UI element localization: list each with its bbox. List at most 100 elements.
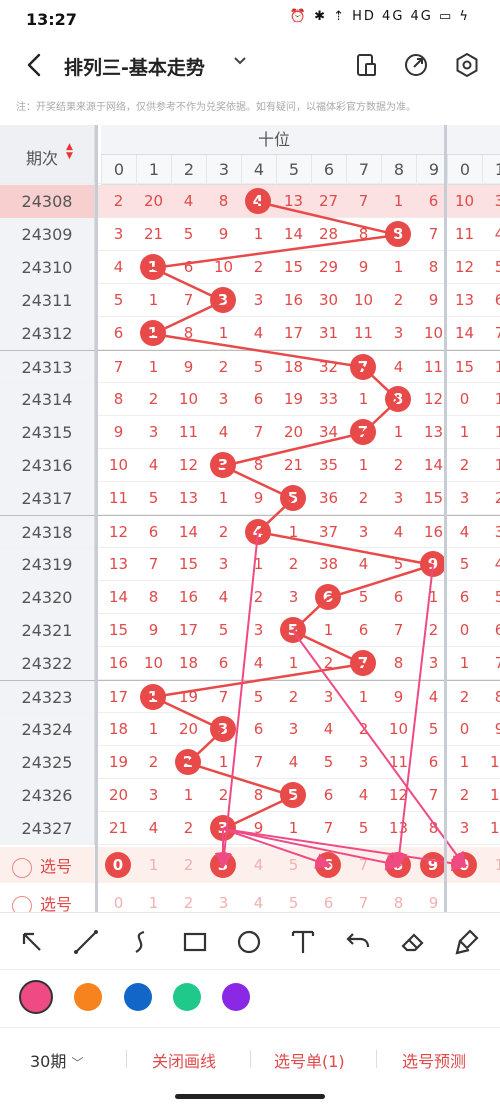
digit-header-row: 012345678901 xyxy=(101,155,500,185)
missing-count: 1 xyxy=(148,291,159,309)
select-number[interactable]: 1 xyxy=(482,847,500,883)
next-group-count: 3 xyxy=(494,192,500,210)
radio-icon[interactable] xyxy=(12,857,32,878)
digit-header-0: 0 xyxy=(101,155,136,185)
table-row[interactable]: 24323 17 1 19 7 5 2 3 1 9 4 2 8 xyxy=(0,680,500,714)
prediction-button[interactable]: 选号预测 xyxy=(402,1048,466,1072)
select-number[interactable]: 8 xyxy=(381,885,416,912)
device-icon[interactable] xyxy=(354,52,380,78)
selected-number-ball[interactable]: 0 xyxy=(105,852,131,878)
settings-icon[interactable] xyxy=(454,52,480,78)
table-row[interactable]: 24317 11 5 13 1 9 5 36 2 3 15 3 2 xyxy=(0,482,500,515)
table-row[interactable]: 24320 14 8 16 4 2 3 6 5 6 1 6 5 xyxy=(0,581,500,614)
curve-tool-icon[interactable] xyxy=(124,926,156,958)
next-group-count: 3 xyxy=(459,819,470,837)
color-swatch-green[interactable] xyxy=(173,983,201,1011)
table-row[interactable]: 24311 5 1 7 3 3 16 30 10 2 9 13 6 xyxy=(0,284,500,317)
missing-count: 2 xyxy=(218,523,229,541)
table-row[interactable]: 24313 7 1 9 2 5 18 32 7 4 11 15 1 xyxy=(0,350,500,384)
select-number[interactable]: 4 xyxy=(241,847,276,883)
eraser-tool-icon[interactable] xyxy=(397,926,429,958)
select-number[interactable]: 4 xyxy=(241,885,276,912)
arrow-tool-icon[interactable] xyxy=(16,926,48,958)
next-group-count: 12 xyxy=(454,258,475,276)
next-group-count: 2 xyxy=(494,489,500,507)
table-row[interactable]: 24326203128564127211 xyxy=(0,779,500,812)
page-title[interactable]: 排列三-基本走势 xyxy=(64,53,205,80)
select-number[interactable]: 1 xyxy=(136,847,171,883)
missing-count: 8 xyxy=(253,456,264,474)
missing-count: 2 xyxy=(253,258,264,276)
select-number[interactable]: 5 xyxy=(276,885,311,912)
select-number[interactable]: 7 xyxy=(346,885,381,912)
table-row[interactable]: 24327214239175138312 xyxy=(0,812,500,845)
table-row[interactable]: 24319 13 7 15 3 1 2 38 4 5 9 5 4 xyxy=(0,548,500,581)
missing-count: 17 xyxy=(178,621,199,639)
table-row[interactable]: 24322 16 10 18 6 4 1 2 7 8 3 1 7 xyxy=(0,647,500,680)
table-row[interactable]: 24314 8 2 10 3 6 19 33 1 8 12 0 1 xyxy=(0,383,500,416)
missing-count: 7 xyxy=(148,555,159,573)
rectangle-tool-icon[interactable] xyxy=(179,926,211,958)
issue-number: 24324 xyxy=(0,713,95,746)
missing-count: 3 xyxy=(148,423,159,441)
selection-list-button[interactable]: 选号单(1) xyxy=(274,1048,345,1072)
sort-icon[interactable]: ▲ ▼ xyxy=(66,143,73,161)
next-group-count: 1 xyxy=(494,423,500,441)
close-drawing-button[interactable]: 关闭画线 xyxy=(152,1048,216,1072)
select-number[interactable]: 2 xyxy=(171,885,206,912)
period-selector[interactable]: 30期 ﹀ xyxy=(30,1048,83,1072)
selected-number-ball[interactable]: 9 xyxy=(420,852,446,878)
missing-count: 18 xyxy=(178,654,199,672)
missing-count: 5 xyxy=(358,819,369,837)
selected-number-ball[interactable]: 3 xyxy=(210,852,236,878)
select-number[interactable]: 3 xyxy=(206,885,241,912)
color-swatch-blue[interactable] xyxy=(124,983,152,1011)
circle-tool-icon[interactable] xyxy=(233,926,265,958)
select-label[interactable]: 选号 xyxy=(12,891,72,912)
missing-count: 10 xyxy=(353,291,374,309)
color-swatch-pink[interactable] xyxy=(19,980,53,1014)
line-tool-icon[interactable] xyxy=(70,926,102,958)
next-group-count: 5 xyxy=(494,258,500,276)
table-row[interactable]: 24325192217453116110 xyxy=(0,746,500,779)
missing-count: 9 xyxy=(393,688,404,706)
undo-tool-icon[interactable] xyxy=(342,926,374,958)
table-row[interactable]: 24315 9 3 11 4 7 20 34 7 1 13 1 1 xyxy=(0,416,500,449)
radio-icon[interactable] xyxy=(12,895,32,912)
missing-count: 8 xyxy=(253,786,264,804)
text-tool-icon[interactable] xyxy=(287,926,319,958)
select-number[interactable]: 2 xyxy=(171,847,206,883)
next-group-count: 1 xyxy=(494,390,500,408)
hit-ball: 3 xyxy=(210,815,236,841)
table-row[interactable]: 24310 4 1 6 10 2 15 29 9 1 8 12 5 xyxy=(0,251,500,284)
select-number[interactable]: 6 xyxy=(311,885,346,912)
color-swatch-purple[interactable] xyxy=(222,983,250,1011)
selected-number-ball[interactable]: 0 xyxy=(451,852,477,878)
missing-count: 12 xyxy=(388,786,409,804)
back-icon[interactable] xyxy=(20,50,50,80)
table-row[interactable]: 24316 10 4 12 3 8 21 35 1 2 14 2 1 xyxy=(0,449,500,482)
digit-header-5: 5 xyxy=(276,155,311,185)
chevron-down-icon[interactable] xyxy=(232,52,248,72)
select-label[interactable]: 选号 xyxy=(12,853,72,878)
table-row[interactable]: 24312 6 1 8 1 4 17 31 11 3 10 14 7 xyxy=(0,317,500,350)
share-icon[interactable] xyxy=(403,52,429,78)
table-row[interactable]: 24309 3 21 5 9 1 14 28 8 8 7 11 4 xyxy=(0,218,500,251)
select-number[interactable]: 5 xyxy=(276,847,311,883)
missing-count: 1 xyxy=(288,654,299,672)
table-row[interactable]: 24308 2 20 4 8 4 13 27 7 1 6 10 3 xyxy=(0,185,500,218)
missing-count: 9 xyxy=(358,258,369,276)
drawing-toolbar xyxy=(0,912,500,969)
table-row[interactable]: 24324 18 1 20 3 6 3 4 2 10 5 0 9 xyxy=(0,713,500,746)
select-number[interactable]: 0 xyxy=(101,885,136,912)
table-row[interactable]: 24321 15 9 17 5 3 5 1 6 7 2 0 6 xyxy=(0,614,500,647)
missing-count: 27 xyxy=(318,192,339,210)
select-number[interactable]: 7 xyxy=(346,847,381,883)
selected-number-ball[interactable]: 8 xyxy=(385,852,411,878)
select-number[interactable]: 1 xyxy=(136,885,171,912)
table-row[interactable]: 24318 12 6 14 2 4 1 37 3 4 16 4 3 xyxy=(0,515,500,549)
selected-number-ball[interactable]: 6 xyxy=(315,852,341,878)
clear-tool-icon[interactable] xyxy=(452,926,484,958)
issue-column-header[interactable]: 期次 ▲ ▼ xyxy=(0,125,95,185)
color-swatch-orange[interactable] xyxy=(74,983,102,1011)
